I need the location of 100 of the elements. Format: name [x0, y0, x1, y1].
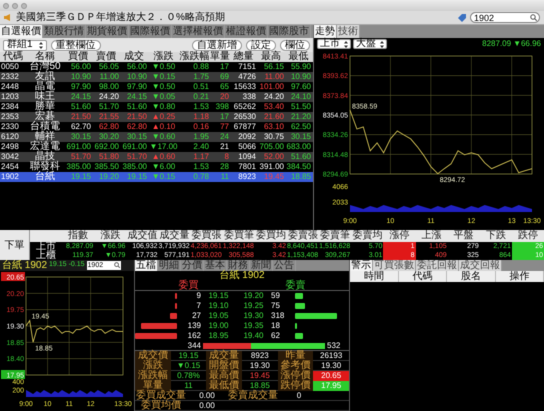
- group-select[interactable]: 群組1: [3, 40, 47, 50]
- table-cell-text: 17: [219, 62, 230, 72]
- column-header[interactable]: 代碼: [0, 52, 26, 62]
- quote-row[interactable]: 2454 聯發科 385.00 385.50 385.00 ▼6.00 1.53 28 7801 391.00 384.50: [0, 162, 313, 172]
- tab[interactable]: 警示: [350, 260, 373, 271]
- table-cell-text: 5066: [237, 142, 257, 152]
- quote-row[interactable]: 2353 宏碁 21.50 21.55 21.50 ▲0.25 1.18 17 26530 21.60 21.20: [0, 112, 313, 122]
- table-cell-text: 晶技: [35, 152, 55, 162]
- stat-value: 0.00: [198, 391, 216, 401]
- column-header[interactable]: 漲跌: [148, 52, 179, 62]
- ask-volume-bar: [295, 333, 304, 339]
- stat-label: 開盤價: [206, 361, 242, 371]
- column-header[interactable]: 總量: [230, 52, 257, 62]
- table-cell-text: 7151: [237, 62, 257, 72]
- table-cell-text: 65: [219, 82, 230, 92]
- zoom-button[interactable]: [21, 2, 27, 8]
- table-cell-text: 0.88: [192, 62, 210, 72]
- minimize-button[interactable]: [12, 2, 18, 8]
- news-icon: [4, 14, 12, 21]
- table-cell-text: 28: [219, 162, 230, 172]
- table-cell-text: 19.20: [98, 172, 120, 182]
- search-field[interactable]: 1902: [470, 12, 540, 23]
- ask-quantity: 18: [271, 321, 281, 331]
- quote-row[interactable]: 2384 勝華 51.60 51.70 51.60 ▼0.80 1.53 398 65262 53.40 51.50: [0, 102, 313, 112]
- tab[interactable]: 期貨報價: [86, 25, 129, 38]
- column-header: 成交量: [158, 230, 191, 242]
- tab[interactable]: 選擇權報價: [172, 25, 225, 38]
- tab[interactable]: 委託回報: [416, 260, 459, 271]
- ask-quantity: 318: [271, 311, 286, 321]
- tab[interactable]: 自選報價: [0, 25, 43, 38]
- tab[interactable]: 分價: [181, 260, 204, 271]
- table-cell-text: ▼0.15: [150, 72, 176, 82]
- table-cell-text: 7801: [237, 162, 257, 172]
- quote-row[interactable]: 2330 台積電 62.70 62.80 62.80 ▲0.10 0.16 77 67877 63.10 62.50: [0, 122, 313, 132]
- ask-price: 19.35: [242, 321, 265, 331]
- column-header[interactable]: 賣價: [92, 52, 120, 62]
- table-cell-text: 3042: [0, 152, 20, 162]
- column-header[interactable]: 漲跌幅: [179, 52, 210, 62]
- stat-label: 漲停價: [278, 371, 314, 381]
- tab[interactable]: 技術: [337, 25, 360, 38]
- column-header[interactable]: 單量: [210, 52, 230, 62]
- ask-price: 19.30: [242, 311, 265, 321]
- tab[interactable]: 基本: [204, 260, 227, 271]
- tab[interactable]: 五檔: [135, 260, 158, 271]
- quote-row[interactable]: 2448 晶電 97.90 98.00 97.90 ▼0.50 0.51 65 15633 101.00 97.60: [0, 82, 313, 92]
- table-cell-text: 97.60: [290, 82, 312, 92]
- column-header: 下跌: [484, 230, 507, 242]
- toolbar-button[interactable]: 設定: [246, 40, 276, 50]
- updown-icon: [380, 40, 384, 48]
- table-cell-text: 52.00: [262, 152, 285, 162]
- search-icon: [114, 262, 120, 268]
- bid-price: 19.15: [207, 291, 230, 301]
- tab[interactable]: 類股行情: [43, 25, 86, 38]
- table-cell-text: 21.55: [98, 112, 120, 122]
- news-ticker: 美國第三季ＧＤＰ年增速放大２．０%略高預期: [16, 12, 225, 24]
- tab[interactable]: 財務: [227, 260, 250, 271]
- tab[interactable]: 公告: [273, 260, 296, 271]
- toolbar-button[interactable]: 欄位: [280, 40, 310, 50]
- table-cell-text: 97.90: [126, 82, 148, 92]
- tab[interactable]: 走勢: [314, 25, 337, 38]
- quote-row[interactable]: 2332 友訊 10.90 11.00 10.90 ▼0.15 1.75 69 4726 11.00 10.90: [0, 72, 313, 82]
- tab[interactable]: 成交回報: [459, 260, 502, 271]
- stat-value: 8923: [250, 351, 270, 361]
- table-cell-text: 384.50: [286, 162, 312, 172]
- table-cell-text: 56.00: [70, 62, 92, 72]
- stat-value: 19.15: [177, 351, 200, 361]
- tab[interactable]: 國際股市: [268, 25, 311, 38]
- quote-row[interactable]: 2498 宏達電 691.00 692.00 691.00 ▼17.00 2.40 21 5066 705.00 683.00: [0, 142, 313, 152]
- column-header: 漲停: [388, 230, 410, 242]
- column-header[interactable]: 成交: [120, 52, 148, 62]
- bid-total: 344: [186, 340, 201, 350]
- table-cell-text: 10.90: [70, 72, 92, 82]
- toolbar-button[interactable]: 重整欄位: [50, 40, 101, 50]
- tab[interactable]: 權證報價: [225, 25, 268, 38]
- table-cell-text: 691.00: [122, 142, 148, 152]
- bid-quantity: 9: [196, 291, 201, 301]
- quote-row[interactable]: 1203 味王 24.15 24.20 24.15 ▼0.05 0.21 20 338 24.20 24.10: [0, 92, 313, 102]
- quote-row[interactable]: 6120 輔祥 30.15 30.20 30.15 ▼0.60 1.95 24 2092 30.75 30.15: [0, 132, 313, 142]
- quote-row[interactable]: 0050 台灣50 56.00 56.05 56.00 ▼0.50 0.88 17 7151 56.15 55.90: [0, 62, 313, 72]
- table-cell-text: 友訊: [34, 72, 56, 82]
- table-cell-text: ▲0.10: [150, 122, 176, 132]
- ask-volume-bar: [295, 313, 337, 319]
- tab[interactable]: 明細: [158, 260, 181, 271]
- toolbar-button[interactable]: 自選新增: [192, 40, 242, 50]
- close-button[interactable]: [3, 2, 9, 8]
- tab[interactable]: 國際報價: [129, 25, 172, 38]
- quote-row[interactable]: 3042 晶技 51.70 51.80 51.70 ▲0.60 1.17 8 1094 52.00 51.60: [0, 152, 313, 162]
- tab[interactable]: 新聞: [250, 260, 273, 271]
- quote-row[interactable]: 1902 台紙 19.15 19.20 19.15 ▼0.15 0.78 11 8923 19.45 18.85: [0, 172, 313, 182]
- column-header[interactable]: 最高: [257, 52, 285, 62]
- table-cell-text: 輔祥: [35, 132, 55, 142]
- column-header[interactable]: 名稱: [26, 52, 64, 62]
- column-header[interactable]: 買價: [64, 52, 92, 62]
- column-header: 委賣均: [351, 230, 384, 242]
- table-cell-text: 2384: [0, 102, 20, 112]
- column-header[interactable]: 最低: [285, 52, 312, 62]
- table-cell-text: 65262: [232, 102, 257, 112]
- stat-value: 0.00: [198, 401, 216, 411]
- bid-volume-bar: [174, 293, 177, 299]
- tab[interactable]: 可買張數: [373, 260, 416, 271]
